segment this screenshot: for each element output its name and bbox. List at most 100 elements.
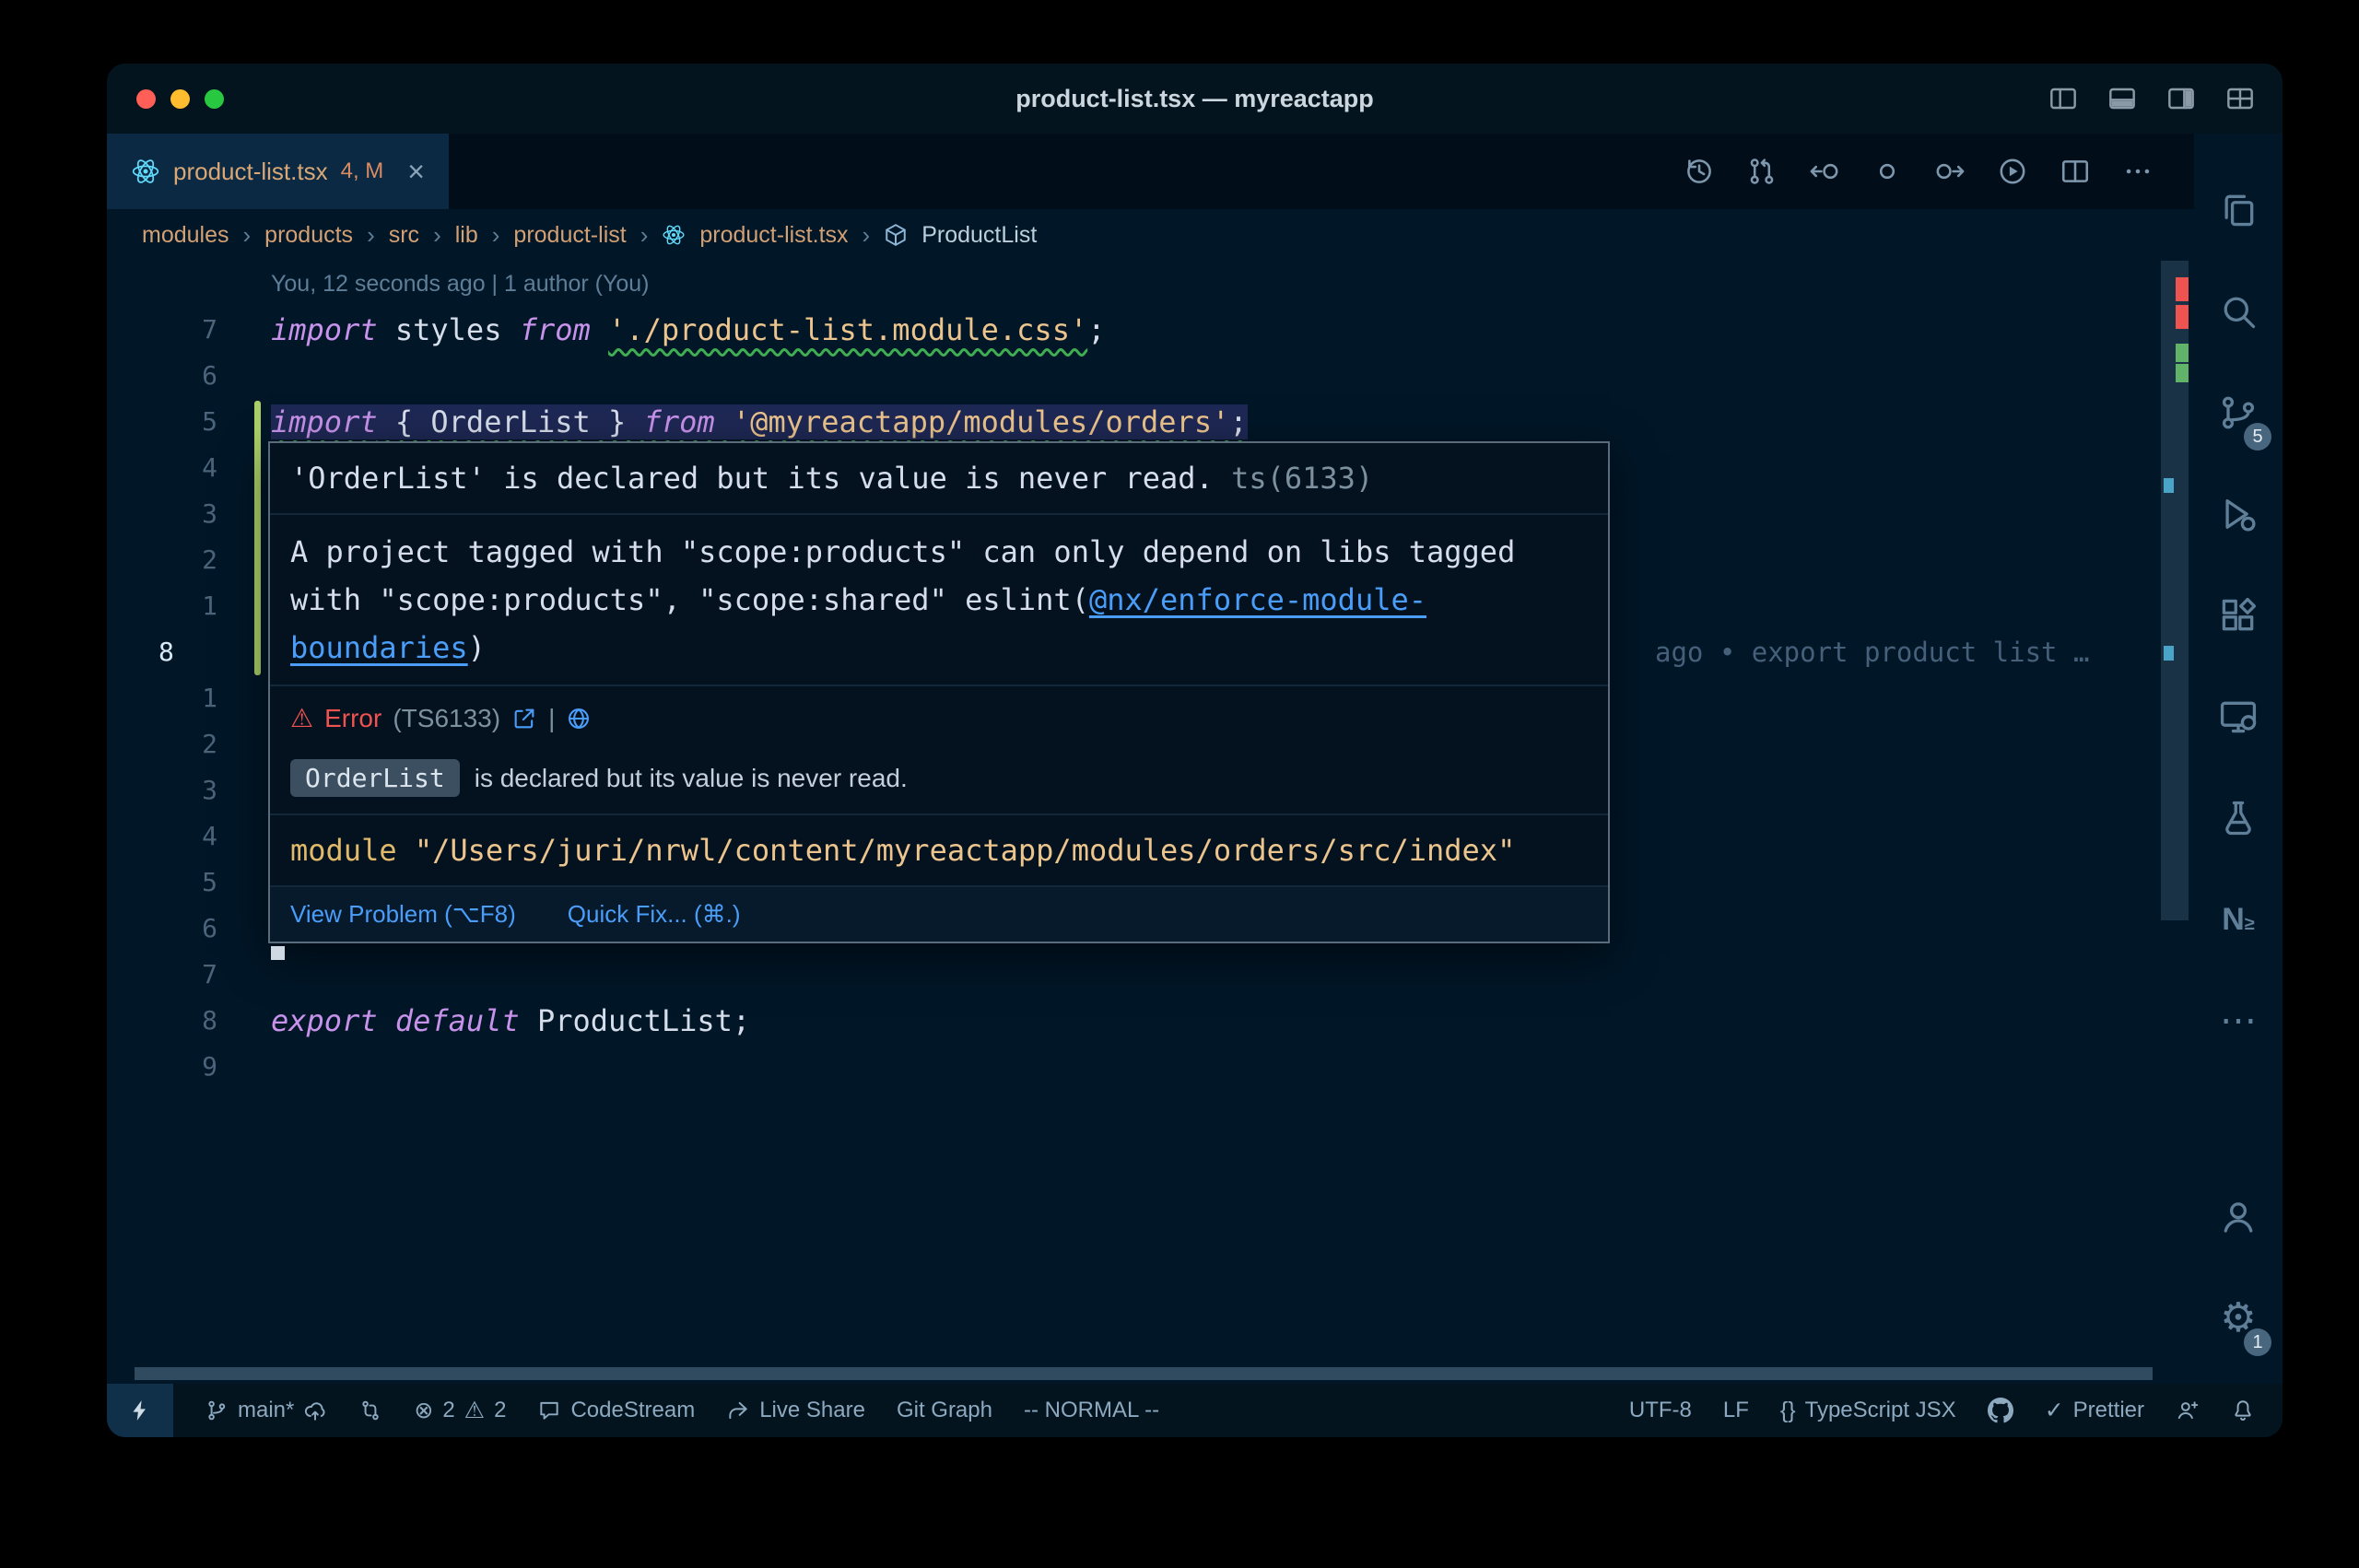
testing-icon[interactable] [2194,767,2283,869]
remote-indicator[interactable] [107,1384,173,1437]
split-editor-icon[interactable] [2060,156,2091,187]
codestream-item[interactable]: CodeStream [537,1398,695,1423]
error-label: Error [324,704,381,733]
chevron-right-icon: › [492,221,500,250]
timeline-history-icon[interactable] [1684,156,1715,187]
encoding-item[interactable]: UTF-8 [1629,1398,1692,1423]
hover-resize-grip[interactable] [271,946,285,960]
chevron-right-icon: › [863,221,871,250]
code-line-export-default[interactable]: export default ProductList; [271,998,750,1044]
breadcrumb-item-product-list[interactable]: product-list [513,222,626,249]
live-share-icon [726,1398,750,1422]
vscode-window: product-list.tsx — myreactapp [107,64,2283,1437]
overview-info-mark [2164,646,2174,661]
revert-change-icon[interactable] [1872,156,1903,187]
next-change-icon[interactable] [1934,156,1966,187]
github-icon[interactable] [1988,1398,2013,1423]
breadcrumb-item-file[interactable]: product-list.tsx [699,222,848,249]
nx-console-icon[interactable]: N≥ [2194,869,2283,970]
chevron-right-icon: › [433,221,441,250]
feedback-icon[interactable] [2176,1398,2200,1422]
more-actions-icon[interactable] [2122,156,2154,187]
close-window-button[interactable] [136,89,156,109]
breadcrumb-item-src[interactable]: src [389,222,419,249]
git-branch-item[interactable]: main* [205,1398,327,1423]
tab-label: product-list.tsx [173,158,328,186]
symbol-cube-icon [884,223,908,247]
settings-gear-icon[interactable]: ⚙ 1 [2194,1268,2283,1369]
line-number: 8 [107,998,217,1044]
horizontal-scrollbar-thumb[interactable] [135,1367,2153,1380]
line-number: 6 [107,353,217,399]
status-bar: main* ⊗ 2 ⚠ 2 CodeStream Live Share [107,1384,2283,1437]
prev-change-icon[interactable] [1809,156,1840,187]
tab-decoration-badge: 4, M [341,158,384,184]
editor-actions [1684,134,2194,209]
notifications-bell-icon[interactable] [2231,1398,2255,1422]
minimize-window-button[interactable] [170,89,190,109]
symbol-badge: OrderList [290,759,460,797]
explorer-view-icon[interactable] [2194,159,2283,261]
breadcrumb-item-modules[interactable]: modules [142,222,229,249]
window-title: product-list.tsx — myreactapp [107,85,2283,113]
chevron-right-icon: › [367,221,375,250]
current-line-number: 8 [107,629,217,675]
view-problem-link[interactable]: View Problem (⌥F8) [290,900,516,929]
language-mode-item[interactable]: {} TypeScript JSX [1780,1398,1956,1424]
settings-badge: 1 [2244,1328,2271,1356]
git-pull-request-icon[interactable] [1746,156,1778,187]
breadcrumb-item-symbol[interactable]: ProductList [921,222,1037,249]
search-error-web-icon[interactable] [566,706,592,731]
module-path-row: module "/Users/juri/nrwl/content/myreact… [270,813,1608,885]
gitlens-codelens[interactable]: You, 12 seconds ago | 1 author (You) [271,261,650,307]
line-number: 1 [107,675,217,721]
codestream-icon [537,1398,561,1422]
toggle-panel-icon[interactable] [2107,84,2137,113]
line-number: 2 [107,537,217,583]
chevron-right-icon: › [243,221,252,250]
run-file-icon[interactable] [1997,156,2028,187]
quick-fix-link[interactable]: Quick Fix... (⌘.) [568,900,741,929]
line-number: 3 [107,767,217,813]
braces-icon: {} [1780,1398,1796,1424]
tab-bar: product-list.tsx 4, M × [107,134,2194,209]
line-number: 3 [107,491,217,537]
error-count-icon: ⊗ [414,1397,433,1424]
breadcrumb-item-products[interactable]: products [264,222,353,249]
line-number: 7 [107,952,217,998]
more-views-icon[interactable]: ⋯ [2194,970,2283,1071]
react-icon [131,157,160,186]
overview-info-mark [2164,478,2174,493]
open-error-docs-icon[interactable] [511,706,537,731]
code-editor[interactable]: 7 6 5 4 3 2 1 8 1 2 3 4 5 6 7 8 9 You, 1… [107,261,2194,1384]
breadcrumb-item-lib[interactable]: lib [455,222,478,249]
hover-diagnostics-popup: 'OrderList' is declared but its value is… [268,441,1610,943]
overview-change-mark [2176,344,2189,362]
line-number: 6 [107,906,217,952]
toggle-sidebar-left-icon[interactable] [2048,84,2078,113]
code-line-import-styles[interactable]: import styles from './product-list.modul… [271,307,1105,353]
git-compare-icon[interactable] [358,1398,382,1422]
overview-error-mark [2176,277,2189,301]
problems-item[interactable]: ⊗ 2 ⚠ 2 [414,1397,506,1424]
code-line-import-orderlist[interactable]: import { OrderList } from '@myreactapp/m… [271,399,1248,445]
search-icon[interactable] [2194,261,2283,362]
warning-count-icon: ⚠ [464,1397,485,1424]
zoom-window-button[interactable] [205,89,224,109]
account-icon[interactable] [2194,1166,2283,1268]
run-debug-icon[interactable] [2194,463,2283,565]
title-bar: product-list.tsx — myreactapp [107,64,2283,134]
extensions-icon[interactable] [2194,565,2283,666]
publish-changes-icon[interactable] [303,1398,327,1422]
toggle-sidebar-right-icon[interactable] [2166,84,2196,113]
remote-explorer-icon[interactable] [2194,666,2283,767]
live-share-item[interactable]: Live Share [726,1398,865,1423]
close-tab-icon[interactable]: × [407,155,425,189]
git-graph-item[interactable]: Git Graph [897,1398,992,1423]
check-icon: ✓ [2045,1397,2064,1424]
source-control-icon[interactable]: 5 [2194,362,2283,463]
eol-item[interactable]: LF [1723,1398,1749,1423]
prettier-item[interactable]: ✓ Prettier [2045,1397,2144,1424]
tab-product-list[interactable]: product-list.tsx 4, M × [107,134,449,209]
customize-layout-icon[interactable] [2225,84,2255,113]
